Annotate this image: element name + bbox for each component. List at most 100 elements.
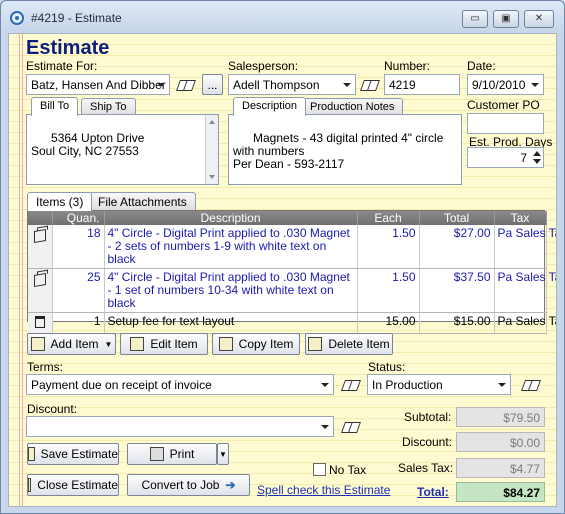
window-title: #4219 - Estimate xyxy=(31,11,122,25)
cell-tax: Pa Sales Tax xyxy=(494,268,556,313)
close-window-button[interactable]: ✕ xyxy=(524,10,554,28)
save-icon xyxy=(28,447,35,461)
column-header-quan[interactable]: Quan. xyxy=(52,211,105,225)
table-row[interactable]: 25 4" Circle - Digital Print applied to … xyxy=(28,268,556,313)
print-options-button[interactable]: ▼ xyxy=(217,443,229,465)
est-prod-days-spinner[interactable]: 7 xyxy=(467,147,544,168)
number-label: Number: xyxy=(384,59,431,73)
estimate-form: Estimate Estimate For: Salesperson: Numb… xyxy=(8,33,557,507)
est-prod-days-value: 7 xyxy=(520,151,527,165)
tab-file-attachments[interactable]: File Attachments xyxy=(89,192,196,210)
spin-up-icon[interactable] xyxy=(533,151,541,156)
print-button[interactable]: Print xyxy=(127,443,217,465)
date-label: Date: xyxy=(467,59,496,73)
spin-down-icon[interactable] xyxy=(533,159,541,164)
add-item-button[interactable]: Add Item ▼ xyxy=(27,333,116,355)
delete-item-label: Delete Item xyxy=(328,337,390,351)
margin-line xyxy=(22,34,23,506)
copy-item-icon xyxy=(218,337,233,351)
chevron-down-icon xyxy=(498,383,506,387)
spell-check-link[interactable]: Spell check this Estimate xyxy=(257,483,390,497)
title-bar[interactable]: #4219 - Estimate ▭ ▣ ✕ xyxy=(1,1,564,33)
column-header-total[interactable]: Total xyxy=(419,211,495,225)
estimate-for-label: Estimate For: xyxy=(26,59,98,73)
discount-label: Discount: xyxy=(27,402,78,416)
terms-value: Payment due on receipt of invoice xyxy=(31,378,212,392)
row-icon-cell xyxy=(28,225,53,269)
close-estimate-label: Close Estimate xyxy=(37,478,118,492)
cell-quan: 18 xyxy=(52,225,105,269)
close-estimate-icon xyxy=(28,478,32,492)
table-row[interactable]: 1 Setup fee for text layout 15.00 $15.00… xyxy=(28,312,556,334)
date-value: 9/10/2010 xyxy=(472,78,526,92)
total-label: Total: xyxy=(417,485,449,499)
tab-bill-to[interactable]: Bill To xyxy=(31,97,79,116)
cell-description: 4" Circle - Digital Print applied to .03… xyxy=(104,225,358,269)
cell-description: 4" Circle - Digital Print applied to .03… xyxy=(104,268,358,313)
tab-items[interactable]: Items (3) xyxy=(27,192,93,211)
cell-total: $15.00 xyxy=(419,312,495,334)
chevron-down-icon xyxy=(321,425,329,429)
save-estimate-label: Save Estimate xyxy=(40,447,118,461)
number-field[interactable]: 4219 xyxy=(384,74,460,95)
edit-item-button[interactable]: Edit Item xyxy=(120,333,208,355)
edit-item-icon xyxy=(130,337,145,351)
address-book-icon[interactable] xyxy=(522,378,540,392)
cell-description: Setup fee for text layout xyxy=(104,312,358,334)
cell-tax: Pa Sales Tax xyxy=(494,312,556,334)
column-header[interactable] xyxy=(28,211,53,225)
minimize-button[interactable]: ▭ xyxy=(462,10,488,28)
grid-header: Quan. Description Each Total Tax xyxy=(28,211,547,225)
column-header-tax[interactable]: Tax xyxy=(494,211,547,225)
chevron-down-icon xyxy=(531,83,539,87)
discount-dropdown[interactable] xyxy=(26,416,334,437)
save-estimate-button[interactable]: Save Estimate xyxy=(27,443,119,465)
chevron-down-icon: ▼ xyxy=(219,449,227,459)
no-tax-checkbox[interactable] xyxy=(313,463,326,476)
customer-lookup-button[interactable]: ... xyxy=(202,74,223,95)
address-book-icon[interactable] xyxy=(342,378,360,392)
scrollbar[interactable] xyxy=(205,115,218,184)
row-icon-cell xyxy=(28,268,53,313)
description-field[interactable]: Magnets - 43 digital printed 4" circle w… xyxy=(228,114,462,185)
convert-to-job-label: Convert to Job xyxy=(141,478,220,492)
discount-total-label: Discount: xyxy=(402,435,453,449)
scroll-up-icon[interactable] xyxy=(209,120,215,124)
add-item-icon xyxy=(30,337,45,351)
chevron-down-icon xyxy=(321,383,329,387)
customer-po-field[interactable] xyxy=(467,113,544,134)
column-header-description[interactable]: Description xyxy=(104,211,358,225)
cell-each: 1.50 xyxy=(357,225,420,269)
status-dropdown[interactable]: In Production xyxy=(367,374,511,395)
printer-icon xyxy=(149,447,164,461)
maximize-button[interactable]: ▣ xyxy=(493,10,519,28)
date-dropdown[interactable]: 9/10/2010 xyxy=(467,74,544,95)
chevron-down-icon xyxy=(157,83,165,87)
cell-total: $27.00 xyxy=(419,225,495,269)
scroll-down-icon[interactable] xyxy=(209,175,215,179)
app-icon xyxy=(10,11,24,25)
terms-dropdown[interactable]: Payment due on receipt of invoice xyxy=(26,374,334,395)
add-item-label: Add Item xyxy=(50,337,99,351)
address-book-icon[interactable] xyxy=(177,78,195,92)
bill-to-address[interactable]: 5364 Upton Drive Soul City, NC 27553 xyxy=(26,114,219,185)
convert-to-job-button[interactable]: Convert to Job ➔ xyxy=(127,474,250,496)
bill-to-text: 5364 Upton Drive Soul City, NC 27553 xyxy=(31,131,145,158)
close-estimate-button[interactable]: Close Estimate xyxy=(27,474,119,496)
tab-description[interactable]: Description xyxy=(233,97,307,116)
status-label: Status: xyxy=(368,360,406,374)
copy-item-button[interactable]: Copy Item xyxy=(212,333,300,355)
terms-label: Terms: xyxy=(27,360,63,374)
estimate-for-value: Batz, Hansen And Dibber xyxy=(31,78,166,92)
table-row[interactable]: 18 4" Circle - Digital Print applied to … xyxy=(28,225,556,269)
edit-item-label: Edit Item xyxy=(150,337,198,351)
cell-quan: 1 xyxy=(52,312,105,334)
estimate-for-dropdown[interactable]: Batz, Hansen And Dibber xyxy=(26,74,170,95)
column-header-each[interactable]: Each xyxy=(357,211,420,225)
address-book-icon[interactable] xyxy=(342,420,360,434)
delete-item-button[interactable]: Delete Item xyxy=(305,333,393,355)
salesperson-dropdown[interactable]: Adell Thompson xyxy=(228,74,356,95)
customer-po-label: Customer PO xyxy=(467,98,540,112)
status-value: In Production xyxy=(372,378,443,392)
address-book-icon[interactable] xyxy=(361,78,379,92)
